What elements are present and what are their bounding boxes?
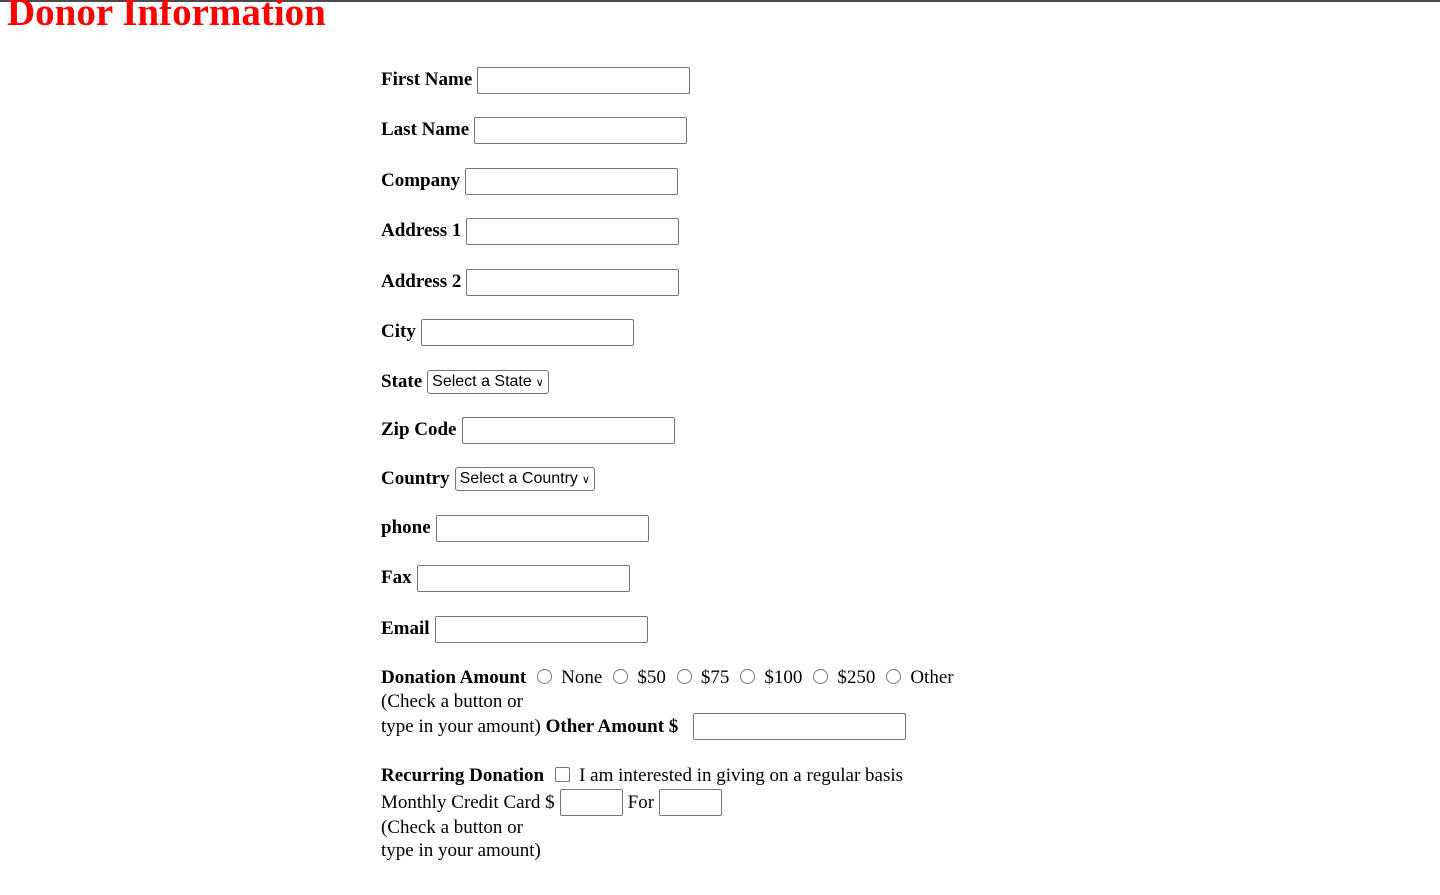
donation-option-label: None [561, 667, 603, 688]
page-title: Donor Information [7, 0, 326, 34]
field-city: City [381, 318, 634, 346]
field-email: Email [381, 615, 648, 643]
country-select[interactable]: Select a Country ∨ [454, 467, 595, 491]
donation-radio-2[interactable] [676, 668, 692, 684]
country-select-value: Select a Country [459, 470, 578, 487]
donation-radio-5[interactable] [886, 668, 902, 684]
recurring-donation-label: Recurring Donation [381, 765, 545, 786]
field-company: Company [381, 167, 679, 195]
first-name-label: First Name [381, 69, 473, 90]
email-label: Email [381, 618, 430, 639]
donation-amount-label: Donation Amount [381, 667, 527, 688]
donation-radio-3[interactable] [740, 668, 756, 684]
phone-label: phone [381, 517, 431, 538]
donation-option-label: $250 [837, 667, 876, 688]
donation-radio-1[interactable] [613, 668, 629, 684]
donation-hint-2: type in your amount) [381, 715, 541, 737]
field-last-name: Last Name [381, 116, 688, 144]
address-1-input[interactable] [466, 217, 680, 245]
field-country: Country Select a Country ∨ [381, 465, 595, 493]
donation-hint: (Check a button or [381, 691, 523, 712]
months-input[interactable] [659, 789, 723, 816]
city-label: City [381, 321, 416, 342]
country-label: Country [381, 468, 450, 489]
field-fax: Fax [381, 564, 630, 592]
recurring-checkbox[interactable] [555, 766, 571, 782]
other-amount-label: Other Amount $ [545, 715, 679, 737]
other-amount-input[interactable] [693, 713, 907, 740]
address-1-label: Address 1 [381, 220, 462, 241]
state-select-value: Select a State [432, 373, 532, 390]
phone-input[interactable] [435, 514, 649, 542]
recurring-hint-2: type in your amount) [381, 840, 541, 861]
field-address-2: Address 2 [381, 268, 680, 296]
monthly-credit-card-label: Monthly Credit Card $ [381, 791, 555, 813]
field-first-name: First Name [381, 66, 691, 94]
address-2-label: Address 2 [381, 271, 462, 292]
zip-code-input[interactable] [461, 416, 675, 444]
company-label: Company [381, 170, 461, 191]
donation-option-label: $75 [700, 667, 730, 688]
donation-option-label: $100 [764, 667, 803, 688]
recurring-checkbox-label: I am interested in giving on a regular b… [579, 765, 904, 786]
address-2-input[interactable] [466, 268, 680, 296]
chevron-down-icon: ∨ [581, 473, 590, 486]
donation-option-label: $50 [637, 667, 666, 688]
monthly-amount-input[interactable] [559, 789, 623, 816]
last-name-label: Last Name [381, 119, 470, 140]
donation-option-label: Other [910, 667, 954, 688]
field-zip-code: Zip Code [381, 416, 675, 444]
city-input[interactable] [420, 318, 634, 346]
donation-radio-4[interactable] [813, 668, 829, 684]
company-input[interactable] [465, 167, 679, 195]
zip-code-label: Zip Code [381, 419, 457, 440]
email-input[interactable] [434, 615, 648, 643]
fax-input[interactable] [416, 564, 630, 592]
field-phone: phone [381, 514, 649, 542]
field-address-1: Address 1 [381, 217, 680, 245]
for-label: For [627, 791, 655, 813]
state-label: State [381, 371, 423, 392]
field-state: State Select a State ∨ [381, 368, 549, 396]
fax-label: Fax [381, 567, 412, 588]
chevron-down-icon: ∨ [535, 376, 544, 389]
last-name-input[interactable] [474, 116, 688, 144]
first-name-input[interactable] [477, 66, 691, 94]
donation-radio-0[interactable] [537, 668, 553, 684]
state-select[interactable]: Select a State ∨ [427, 370, 549, 394]
donation-amount-row: Donation Amount None $50 $75 $100 $250 Other [381, 667, 954, 689]
recurring-hint: (Check a button or [381, 817, 523, 838]
